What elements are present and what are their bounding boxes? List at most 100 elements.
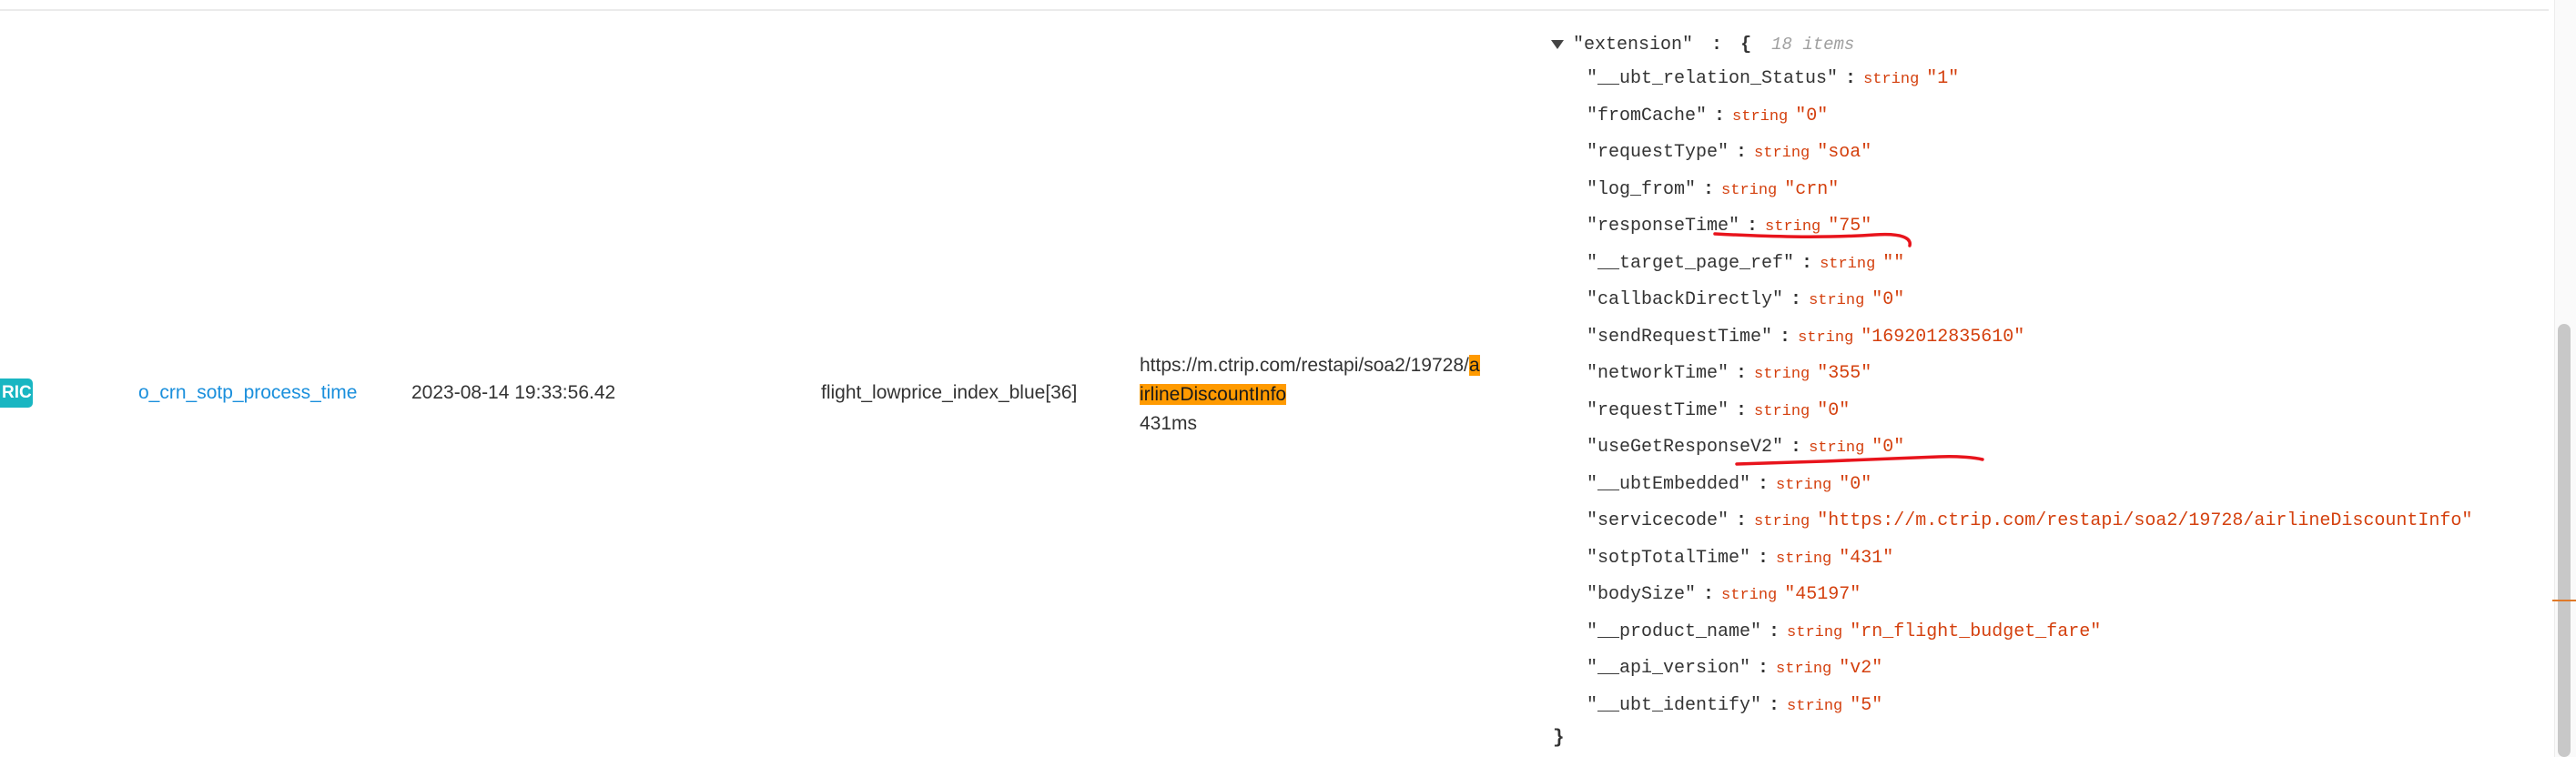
json-colon: : <box>1758 658 1770 679</box>
json-colon: : <box>1801 252 1813 274</box>
json-type-label: string <box>1776 661 1832 678</box>
url-prefix: https://m.ctrip.com/restapi/soa2/19728/ <box>1140 355 1469 376</box>
json-type-label: string <box>1754 145 1810 162</box>
event-name-link[interactable]: o_crn_sotp_process_time <box>138 382 357 404</box>
json-entry: "__target_page_ref": string "" <box>1587 252 1904 277</box>
json-colon: : <box>1714 105 1726 126</box>
json-key: "sendRequestTime" <box>1587 326 1773 348</box>
json-root-line: "extension" : { 18 items <box>1573 35 1854 56</box>
json-key: "sotpTotalTime" <box>1587 547 1751 569</box>
json-type-label: string <box>1820 255 1876 273</box>
page-name-cell: flight_lowprice_index_blue[36] <box>821 382 1078 403</box>
json-type-label: string <box>1776 476 1832 494</box>
json-value: "5" <box>1850 694 1883 716</box>
json-type-label: string <box>1732 107 1789 126</box>
json-colon: : <box>1769 694 1780 716</box>
json-value: "1692012835610" <box>1861 326 2025 348</box>
collapse-caret-icon[interactable] <box>1551 40 1564 49</box>
json-value: "0" <box>1817 399 1851 421</box>
json-item-count: 18 items <box>1771 35 1855 55</box>
json-value: "355" <box>1817 363 1872 384</box>
json-type-label: string <box>1765 218 1821 236</box>
json-key: "log_from" <box>1587 178 1697 200</box>
type-badge: RIC <box>0 378 33 408</box>
json-colon: : <box>1703 178 1715 200</box>
json-entry: "responseTime": string "75" <box>1587 215 1871 239</box>
json-key: "__target_page_ref" <box>1587 252 1795 274</box>
json-value: "https://m.ctrip.com/restapi/soa2/19728/… <box>1817 510 2473 531</box>
json-type-label: string <box>1754 366 1810 383</box>
json-colon: : <box>1736 363 1748 384</box>
json-type-label: string <box>1721 181 1778 199</box>
json-type-label: string <box>1721 587 1778 604</box>
json-type-label: string <box>1754 402 1810 420</box>
json-value: "75" <box>1828 216 1872 237</box>
json-value: "" <box>1882 252 1905 274</box>
json-key: "useGetResponseV2" <box>1587 437 1784 458</box>
json-value: "431" <box>1839 547 1894 569</box>
scroll-position-marker <box>2552 600 2576 601</box>
json-colon: : <box>1780 326 1791 348</box>
json-close-brace: } <box>1553 728 1565 749</box>
json-value: "0" <box>1839 473 1872 495</box>
json-type-label: string <box>1809 292 1865 309</box>
json-colon: : <box>1747 216 1759 237</box>
search-highlight: irlineDiscountInfo <box>1140 384 1287 405</box>
json-entry: "bodySize": string "45197" <box>1587 583 1861 608</box>
json-entry: "requestTime": string "0" <box>1587 399 1850 424</box>
json-entry: "fromCache": string "0" <box>1587 105 1828 129</box>
json-colon: : <box>1711 35 1723 56</box>
json-type-label: string <box>1809 439 1865 457</box>
json-entry: "requestType": string "soa" <box>1587 141 1871 166</box>
json-entry: "__ubt_identify": string "5" <box>1587 694 1882 719</box>
timestamp-cell: 2023-08-14 19:33:56.42 <box>411 382 616 403</box>
url-line-1: https://m.ctrip.com/restapi/soa2/19728/a <box>1140 351 1522 380</box>
json-type-label: string <box>1776 550 1832 568</box>
json-key: "requestType" <box>1587 142 1729 163</box>
json-entry: "sendRequestTime": string "1692012835610" <box>1587 326 2024 350</box>
json-type-label: string <box>1863 71 1920 88</box>
json-key: "networkTime" <box>1587 363 1729 384</box>
json-key: "callbackDirectly" <box>1587 289 1784 310</box>
json-key: "__ubt_relation_Status" <box>1587 68 1839 89</box>
json-value: "0" <box>1871 437 1905 458</box>
json-type-label: string <box>1754 513 1810 530</box>
scrollbar-thumb[interactable] <box>2558 324 2571 757</box>
json-entry: "useGetResponseV2": string "0" <box>1587 436 1904 460</box>
json-colon: : <box>1790 437 1802 458</box>
json-type-label: string <box>1787 697 1843 715</box>
json-entry: "sotpTotalTime": string "431" <box>1587 547 1893 571</box>
table-row[interactable]: RIC o_crn_sotp_process_time 2023-08-14 1… <box>0 0 1547 757</box>
json-colon: : <box>1736 399 1748 421</box>
json-colon: : <box>1758 547 1770 569</box>
json-type-label: string <box>1798 328 1854 347</box>
json-value: "45197" <box>1784 584 1861 605</box>
json-colon: : <box>1845 68 1857 89</box>
json-colon: : <box>1736 510 1748 531</box>
url-cell: https://m.ctrip.com/restapi/soa2/19728/a… <box>1140 351 1522 439</box>
json-colon: : <box>1769 621 1780 642</box>
json-value: "v2" <box>1839 658 1883 679</box>
url-line-2: irlineDiscountInfo <box>1140 380 1522 409</box>
json-entry: "__ubtEmbedded": string "0" <box>1587 473 1871 498</box>
json-value: "crn" <box>1784 178 1840 200</box>
json-colon: : <box>1790 289 1802 310</box>
json-key: "bodySize" <box>1587 584 1697 605</box>
json-entry: "callbackDirectly": string "0" <box>1587 288 1904 313</box>
json-key: "fromCache" <box>1587 105 1708 126</box>
json-key: "__ubt_identify" <box>1587 694 1762 716</box>
duration-value: 431ms <box>1140 413 1198 434</box>
json-key: "__product_name" <box>1587 621 1762 642</box>
json-entry: "__product_name": string "rn_flight_budget… <box>1587 621 2101 645</box>
json-entry: "__api_version": string "v2" <box>1587 657 1882 681</box>
json-entry: "networkTime": string "355" <box>1587 362 1871 387</box>
json-entry: "servicecode": string "https://m.ctrip.com… <box>1587 510 2472 534</box>
json-colon: : <box>1758 473 1770 495</box>
json-colon: : <box>1736 142 1748 163</box>
json-value: "0" <box>1871 289 1905 310</box>
json-value: "rn_flight_budget_fare" <box>1850 621 2102 642</box>
json-open-brace: { <box>1740 35 1752 56</box>
json-key: "servicecode" <box>1587 510 1729 531</box>
json-key: "__ubtEmbedded" <box>1587 473 1751 495</box>
search-highlight: a <box>1468 355 1480 376</box>
